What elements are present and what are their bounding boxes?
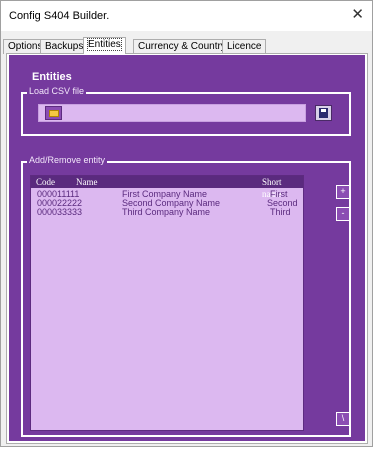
add-entity-button[interactable]: + <box>336 185 350 199</box>
list-item[interactable]: 000033333 Third Company Name Third <box>31 208 303 217</box>
load-csv-legend: Load CSV file <box>27 86 87 96</box>
tab-entities[interactable]: Entities <box>83 37 126 54</box>
entities-panel: Entities Load CSV file Add/Remove entity… <box>9 55 365 441</box>
window-title: Config S404 Builder. <box>9 10 110 22</box>
title-bar: Config S404 Builder. ✕ <box>1 1 372 31</box>
entity-name: Third Company Name <box>122 207 211 217</box>
tab-backups[interactable]: Backups <box>40 39 89 54</box>
entity-short-name: Third <box>270 207 291 217</box>
entities-tab-panel: Entities Load CSV file Add/Remove entity… <box>6 53 368 444</box>
entity-list[interactable]: Code Name Short name 000011111 First Com… <box>30 175 304 431</box>
bottom-action-button[interactable]: \ <box>336 412 350 426</box>
column-header-name[interactable]: Name <box>76 176 98 188</box>
csv-path-field[interactable] <box>38 104 306 122</box>
add-remove-legend: Add/Remove entity <box>27 155 108 165</box>
close-icon[interactable]: ✕ <box>351 7 364 23</box>
tab-currency-country[interactable]: Currency & Country <box>133 39 231 54</box>
column-header-code[interactable]: Code <box>36 176 55 188</box>
config-window: Config S404 Builder. ✕ Options Backups E… <box>0 0 373 447</box>
folder-icon[interactable] <box>45 106 62 120</box>
list-header: Code Name Short name <box>31 176 303 199</box>
tab-licence[interactable]: Licence <box>222 39 267 54</box>
entity-code: 000033333 <box>37 207 83 217</box>
remove-entity-button[interactable]: - <box>336 207 350 221</box>
save-icon[interactable] <box>315 105 332 121</box>
page-title: Entities <box>32 71 72 83</box>
